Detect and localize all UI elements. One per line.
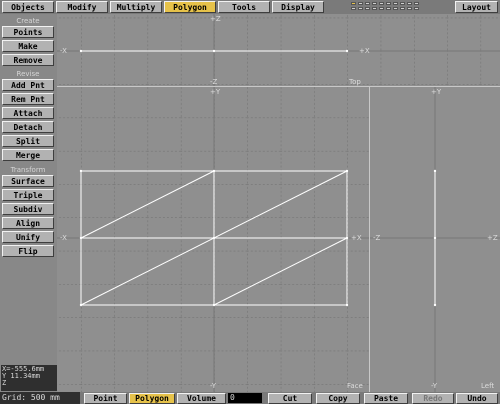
tab-modify[interactable]: Modify — [56, 1, 108, 13]
subdivide-button[interactable]: Subdiv — [2, 203, 54, 215]
face-axis-up: +Y — [210, 88, 221, 96]
readout-y: Y 11.34mm — [2, 372, 40, 380]
face-axis-left: -X — [60, 234, 67, 242]
paste-button[interactable]: Paste — [364, 393, 408, 404]
make-button[interactable]: Make — [2, 40, 54, 52]
redo-button[interactable]: Redo — [412, 393, 454, 404]
section-transform-title: Transform — [10, 166, 46, 174]
unify-button[interactable]: Unify — [2, 231, 54, 243]
face-axis-down: -Y — [210, 382, 217, 390]
remove-point-button[interactable]: Rem Pnt — [2, 93, 54, 105]
remove-button[interactable]: Remove — [2, 54, 54, 66]
tab-display[interactable]: Display — [272, 1, 324, 13]
point-mode-button[interactable]: Point — [84, 393, 127, 404]
viewport-area[interactable]: -X +X +Z -Z Top -X +X +Y -Y Face -Z +Z +… — [57, 14, 500, 392]
tab-polygon[interactable]: Polygon — [164, 1, 216, 13]
coordinate-readout: X=-555.6mm Y 11.34mm Z — [1, 365, 57, 391]
top-axis-up: +Z — [210, 15, 221, 23]
volume-field[interactable]: 0 — [228, 393, 262, 403]
readout-z: Z — [2, 379, 7, 387]
tool-panel: Create Points Make Remove Revise Add Pnt… — [0, 14, 57, 392]
left-axis-right: +Z — [487, 234, 498, 242]
points-button[interactable]: Points — [2, 26, 54, 38]
section-revise-title: Revise — [16, 70, 40, 78]
top-viewport[interactable]: -X +X +Z -Z Top — [57, 14, 500, 86]
top-menu-bar: Objects Modify Multiply Polygon Tools Di… — [0, 0, 500, 14]
undo-button[interactable]: Undo — [456, 393, 498, 404]
align-button[interactable]: Align — [2, 217, 54, 229]
face-viewport-label: Face — [347, 382, 363, 390]
tab-tools[interactable]: Tools — [218, 1, 270, 13]
cut-button[interactable]: Cut — [268, 393, 312, 404]
tab-multiply[interactable]: Multiply — [110, 1, 162, 13]
left-axis-up: +Y — [431, 88, 442, 96]
face-axis-right: +X — [351, 234, 362, 242]
layer-selector[interactable] — [350, 1, 450, 13]
left-axis-down: -Y — [431, 382, 438, 390]
top-axis-left: -X — [60, 47, 67, 55]
flip-button[interactable]: Flip — [2, 245, 54, 257]
detach-button[interactable]: Detach — [2, 121, 54, 133]
grid-size-readout: Grid: 500 mm — [0, 392, 80, 404]
triple-button[interactable]: Triple — [2, 189, 54, 201]
top-axis-down: -Z — [210, 78, 218, 86]
surface-button[interactable]: Surface — [2, 175, 54, 187]
face-viewport[interactable]: -X +X +Y -Y Face — [57, 87, 369, 392]
split-button[interactable]: Split — [2, 135, 54, 147]
merge-button[interactable]: Merge — [2, 149, 54, 161]
layout-button[interactable]: Layout — [455, 1, 498, 13]
copy-button[interactable]: Copy — [316, 393, 360, 404]
left-viewport[interactable]: -Z +Z +Y -Y Left — [370, 87, 500, 392]
attach-button[interactable]: Attach — [2, 107, 54, 119]
left-viewport-label: Left — [481, 382, 494, 390]
left-axis-left: -Z — [373, 234, 381, 242]
tab-objects[interactable]: Objects — [2, 1, 54, 13]
polygon-mode-button[interactable]: Polygon — [129, 393, 175, 404]
top-viewport-label: Top — [348, 78, 361, 86]
top-axis-right: +X — [359, 47, 370, 55]
section-create-title: Create — [16, 17, 40, 25]
volume-mode-button[interactable]: Volume — [177, 393, 226, 404]
add-point-button[interactable]: Add Pnt — [2, 79, 54, 91]
